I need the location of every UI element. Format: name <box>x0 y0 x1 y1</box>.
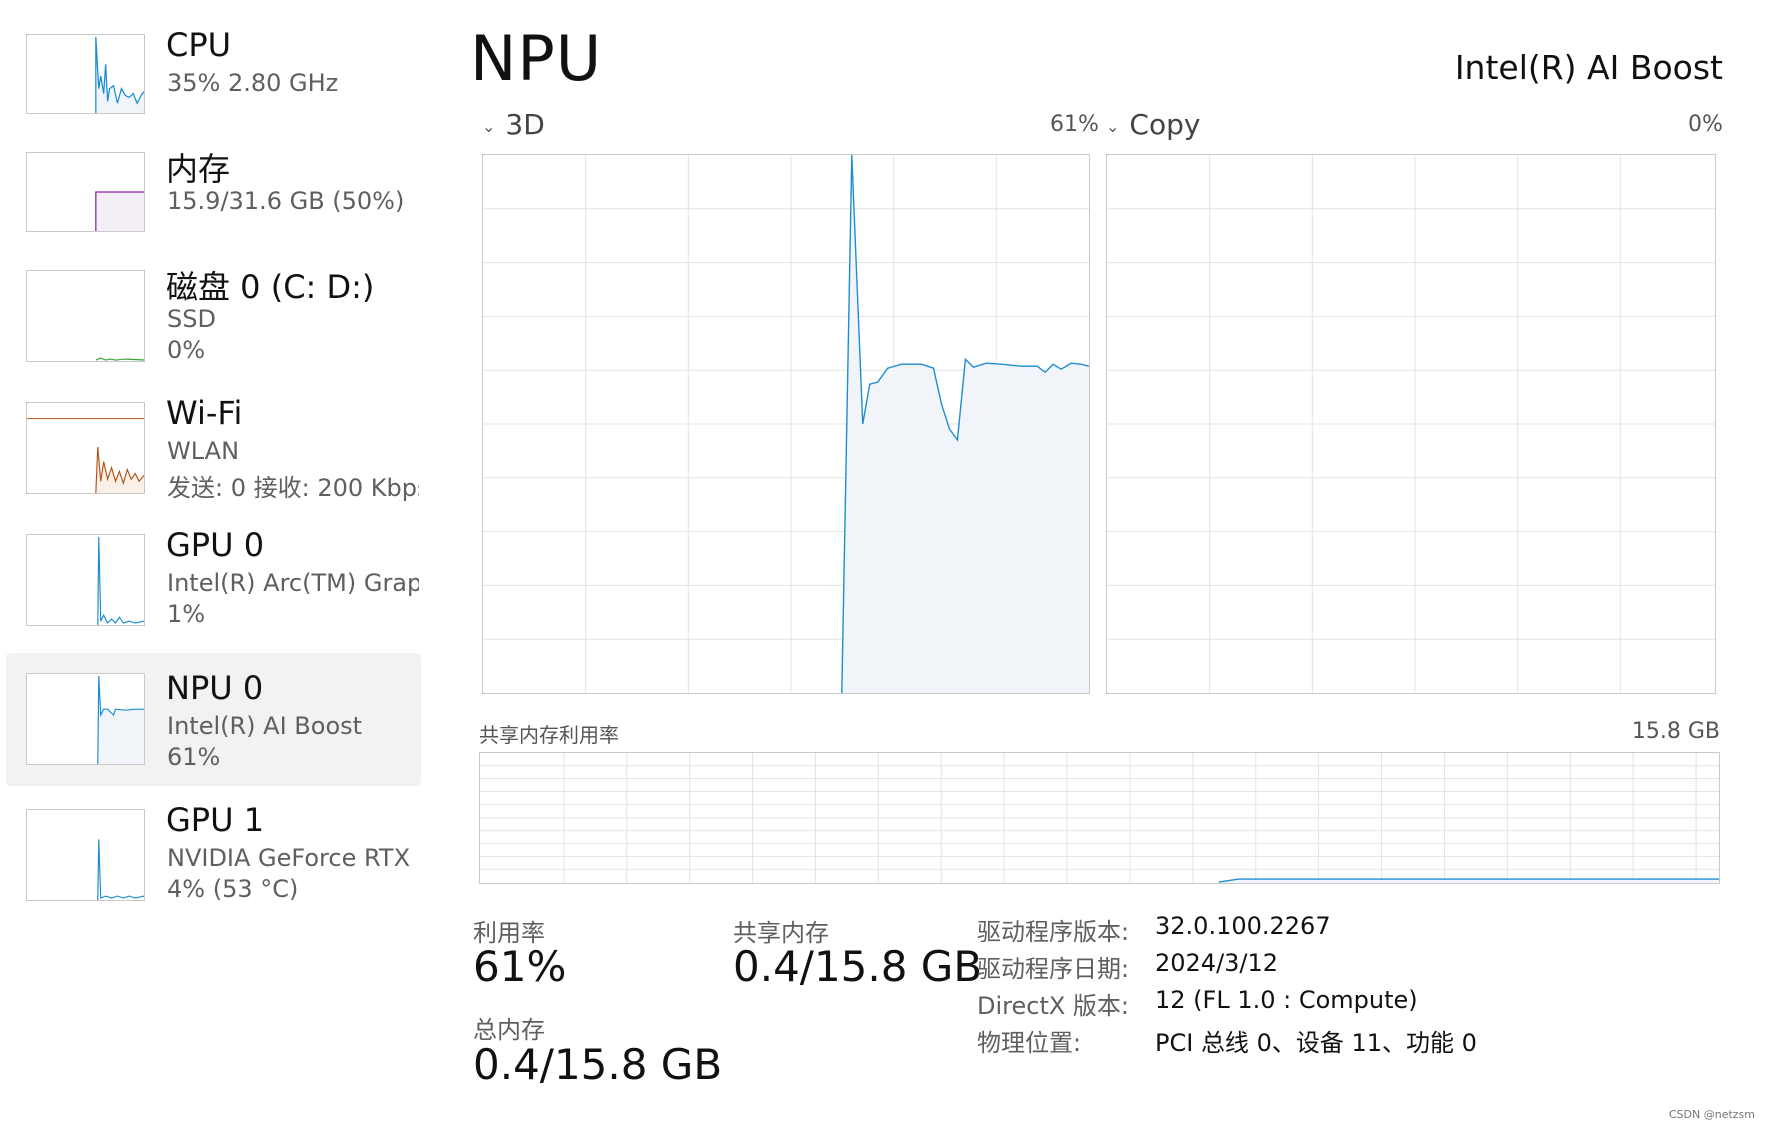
sidebar-item-detail: 1% <box>167 600 206 628</box>
sidebar-item-detail: 15.9/31.6 GB (50%) <box>167 187 405 215</box>
sidebar-item-title: CPU <box>166 26 232 64</box>
sidebar-item-title: NPU 0 <box>166 669 264 707</box>
sidebar-item-title: Wi-Fi <box>166 394 243 432</box>
directx-version-value: 12 (FL 1.0 : Compute) <box>1155 986 1418 1014</box>
sidebar-item-disk-0[interactable]: 磁盘 0 (C: D:) SSD 0% <box>6 246 421 379</box>
sidebar-item-detail: NVIDIA GeForce RTX ... <box>167 844 419 872</box>
gpu0-thumbnail-graph <box>26 534 145 626</box>
shared-memory-graph <box>479 752 1720 884</box>
sidebar-item-detail: SSD <box>167 305 216 333</box>
driver-date-label: 驱动程序日期: <box>977 955 1130 983</box>
engine-3d-graph <box>482 154 1090 694</box>
wifi-thumbnail-graph <box>26 402 145 494</box>
device-name: Intel(R) AI Boost <box>1454 48 1723 87</box>
sidebar-item-wifi[interactable]: Wi-Fi WLAN 发送: 0 接收: 200 Kbps <box>6 378 421 511</box>
cpu-thumbnail-graph <box>26 34 145 114</box>
sidebar-item-gpu-1[interactable]: GPU 1 NVIDIA GeForce RTX ... 4% (53 °C) <box>6 785 421 918</box>
sidebar-item-detail: WLAN <box>167 437 240 465</box>
engine-label: Copy <box>1129 108 1201 141</box>
sidebar-item-detail: 61% <box>167 743 221 771</box>
sidebar-item-memory[interactable]: 内存 15.9/31.6 GB (50%) <box>6 128 421 261</box>
sidebar-item-title: 磁盘 0 (C: D:) <box>166 268 375 306</box>
gpu1-thumbnail-graph <box>26 809 145 901</box>
driver-version-value: 32.0.100.2267 <box>1155 912 1331 940</box>
sidebar-item-detail: 发送: 0 接收: 200 Kbps <box>167 474 419 502</box>
utilization-value: 61% <box>473 942 567 991</box>
sidebar-item-detail: Intel(R) Arc(TM) Grap... <box>167 569 419 597</box>
sidebar-item-detail: Intel(R) AI Boost <box>167 712 363 740</box>
engine-3d-percent: 61% <box>1050 112 1099 137</box>
sidebar-item-detail: 4% (53 °C) <box>167 875 299 903</box>
shared-memory-label: 共享内存利用率 <box>479 723 619 747</box>
driver-date-value: 2024/3/12 <box>1155 949 1279 977</box>
engine-label: 3D <box>505 108 545 141</box>
sidebar-item-title: GPU 1 <box>166 801 265 839</box>
sidebar-item-title: GPU 0 <box>166 526 265 564</box>
total-memory-value: 0.4/15.8 GB <box>473 1040 723 1089</box>
sidebar-item-npu-0[interactable]: NPU 0 Intel(R) AI Boost 61% <box>6 653 421 786</box>
engine-selector-copy[interactable]: ⌄ Copy <box>1106 108 1200 141</box>
chevron-down-icon: ⌄ <box>482 116 496 136</box>
shared-memory-max: 15.8 GB <box>1631 719 1720 744</box>
directx-version-label: DirectX 版本: <box>977 992 1130 1020</box>
driver-version-label: 驱动程序版本: <box>977 918 1130 946</box>
watermark: CSDN @netzsm <box>1668 1108 1755 1121</box>
npu0-thumbnail-graph <box>26 673 145 765</box>
page-title: NPU <box>470 22 603 95</box>
memory-thumbnail-graph <box>26 152 145 232</box>
sidebar-item-detail: 35% 2.80 GHz <box>167 69 339 97</box>
engine-copy-percent: 0% <box>1688 112 1723 137</box>
chevron-down-icon: ⌄ <box>1106 116 1120 136</box>
physical-location-label: 物理位置: <box>977 1029 1082 1057</box>
sidebar-item-title: 内存 <box>166 150 231 188</box>
sidebar-item-detail: 0% <box>167 336 206 364</box>
sidebar-item-gpu-0[interactable]: GPU 0 Intel(R) Arc(TM) Grap... 1% <box>6 510 421 643</box>
physical-location-value: PCI 总线 0、设备 11、功能 0 <box>1155 1029 1477 1057</box>
disk-thumbnail-graph <box>26 270 145 362</box>
sidebar-item-cpu[interactable]: CPU 35% 2.80 GHz <box>6 10 421 143</box>
shared-memory-stat-value: 0.4/15.8 GB <box>733 942 983 991</box>
engine-copy-graph <box>1106 154 1716 694</box>
engine-selector-3d[interactable]: ⌄ 3D <box>482 108 545 141</box>
